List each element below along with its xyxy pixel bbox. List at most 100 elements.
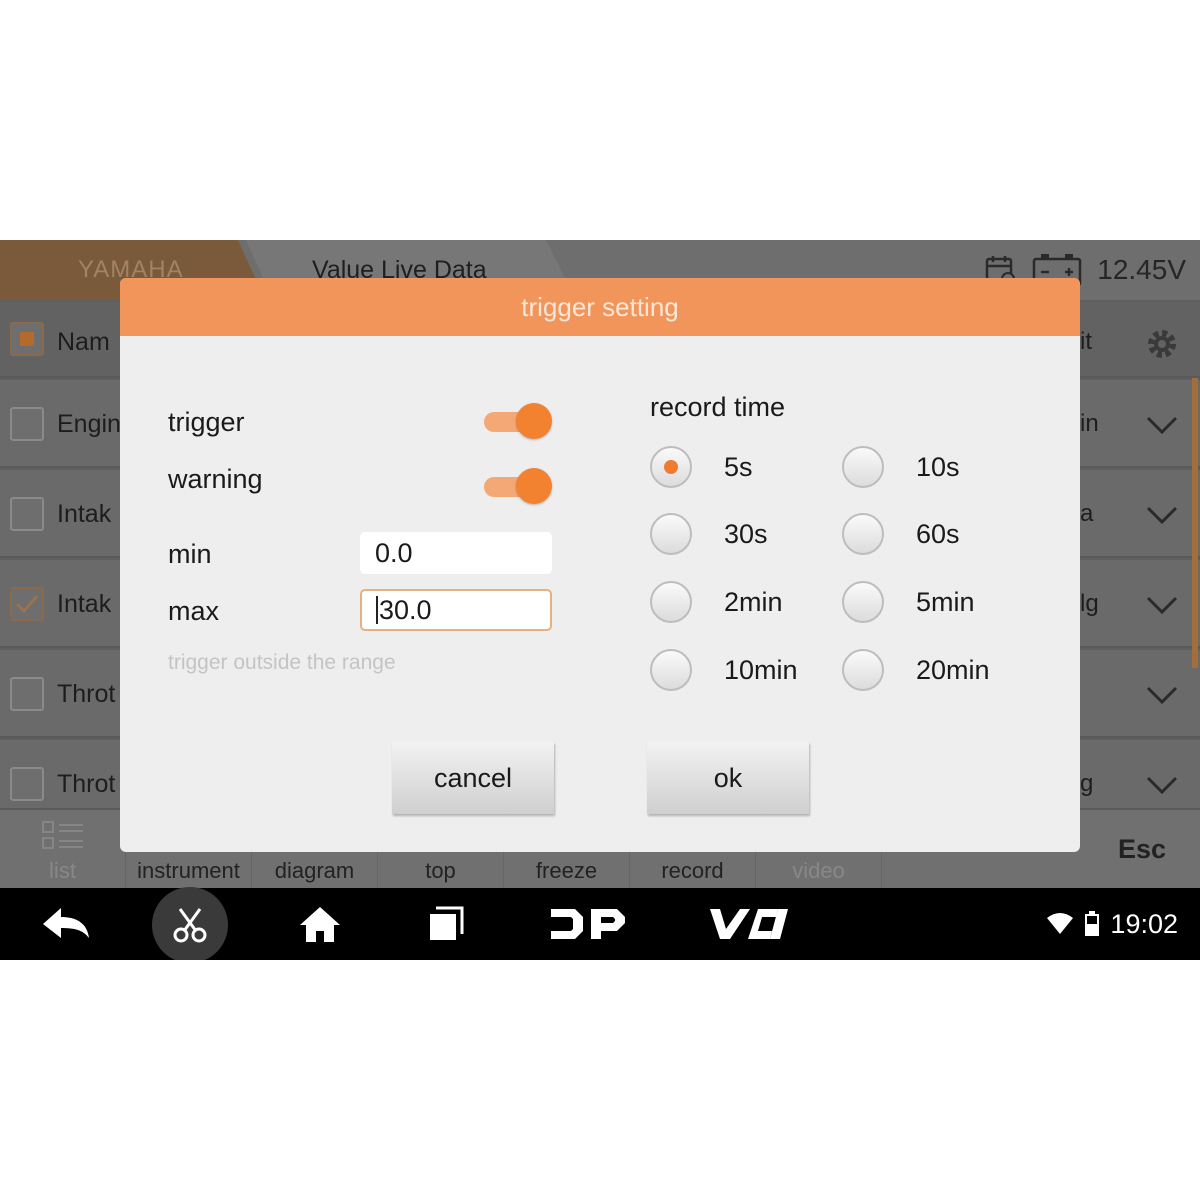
- text-caret: [376, 596, 378, 624]
- dialog-header: trigger setting: [120, 278, 1080, 336]
- list-label: list: [49, 858, 76, 883]
- record-time-option-2min[interactable]: 2min: [650, 581, 783, 623]
- chevron-down-icon[interactable]: [1144, 406, 1180, 442]
- radio-button[interactable]: [842, 513, 884, 555]
- recent-apps-icon: [430, 906, 464, 940]
- row-unit: a: [1080, 500, 1094, 527]
- row-checkbox[interactable]: [10, 407, 44, 441]
- record-time-option-60s[interactable]: 60s: [842, 513, 960, 555]
- option-label: 30s: [724, 518, 768, 549]
- record-time-option-10s[interactable]: 10s: [842, 446, 960, 488]
- row-unit: lg: [1080, 590, 1099, 617]
- radio-button[interactable]: [842, 581, 884, 623]
- option-label: 10s: [916, 451, 960, 482]
- voltage-readout: 12.45V: [1097, 254, 1186, 285]
- esc-label: Esc: [1117, 833, 1167, 864]
- record-time-option-5s[interactable]: 5s: [650, 446, 753, 488]
- record-time-option-30s[interactable]: 30s: [650, 513, 768, 555]
- row-name: Intak: [57, 590, 112, 618]
- video-label: video: [792, 858, 845, 883]
- row-checkbox[interactable]: [10, 677, 44, 711]
- row-unit: in: [1080, 410, 1099, 437]
- row-checkbox[interactable]: [10, 497, 44, 531]
- dialog-title: trigger setting: [521, 291, 679, 322]
- row-name: Intak: [57, 500, 112, 528]
- back-arrow-icon: [43, 908, 89, 938]
- system-nav-bar: 19:02: [0, 887, 1200, 960]
- scissors-icon: [173, 908, 207, 943]
- home-button[interactable]: [294, 888, 346, 960]
- radio-button[interactable]: [650, 446, 692, 488]
- diagram-label: diagram: [274, 858, 355, 883]
- freeze-label: freeze: [535, 858, 598, 883]
- list-button[interactable]: list: [0, 810, 126, 888]
- radio-selected-dot: [664, 460, 678, 474]
- recent-apps-button[interactable]: [424, 888, 468, 960]
- max-value: 30.0: [379, 594, 432, 625]
- select-all-checkbox[interactable]: [10, 322, 44, 356]
- warning-label: warning: [168, 464, 263, 494]
- chevron-down-icon[interactable]: [1144, 496, 1180, 532]
- min-input[interactable]: 0.0: [360, 532, 552, 574]
- record-time-label: record time: [650, 392, 786, 422]
- partial-check-mark: [20, 332, 34, 346]
- battery-status-icon: [1085, 911, 1100, 936]
- min-value: 0.0: [375, 537, 413, 568]
- scrollbar[interactable]: [1192, 378, 1198, 668]
- row-checkbox[interactable]: [10, 767, 44, 801]
- app-screen: YAMAHA Value Live Data 12.45V Nam it Eng…: [0, 240, 1200, 960]
- record-time-option-10min[interactable]: 10min: [650, 649, 798, 691]
- max-input[interactable]: 30.0: [360, 589, 552, 631]
- gear-icon[interactable]: [1144, 326, 1180, 362]
- record-time-option-20min[interactable]: 20min: [842, 649, 990, 691]
- toggle-knob: [516, 468, 552, 504]
- dp-button[interactable]: [548, 888, 628, 960]
- wifi-icon: [1047, 913, 1074, 934]
- screenshot-button-bg: [152, 887, 228, 960]
- radio-button[interactable]: [842, 446, 884, 488]
- option-label: 5s: [724, 451, 753, 482]
- trigger-setting-dialog: trigger setting trigger warning min 0.0 …: [120, 278, 1080, 852]
- system-status: 19:02: [1046, 888, 1178, 960]
- warning-toggle[interactable]: [482, 468, 552, 504]
- home-icon: [300, 907, 340, 942]
- row-checkbox[interactable]: [10, 587, 44, 621]
- row-name: Engin: [57, 410, 121, 438]
- radio-button[interactable]: [650, 581, 692, 623]
- top-label: top: [425, 858, 456, 883]
- option-label: 5min: [916, 586, 975, 617]
- dp-logo-icon: [551, 909, 625, 939]
- radio-button[interactable]: [842, 649, 884, 691]
- trigger-label: trigger: [168, 407, 245, 437]
- ok-button[interactable]: ok: [647, 742, 809, 814]
- radio-button[interactable]: [650, 649, 692, 691]
- row-name: Throt: [57, 680, 116, 708]
- trigger-toggle[interactable]: [482, 403, 552, 439]
- option-label: 60s: [916, 518, 960, 549]
- row-name: Throt: [57, 770, 116, 798]
- column-name-header: Nam: [57, 328, 110, 356]
- esc-button[interactable]: Esc: [1084, 810, 1200, 888]
- option-label: 20min: [916, 654, 990, 685]
- vci-button[interactable]: [704, 888, 788, 960]
- min-label: min: [168, 539, 212, 569]
- chevron-down-icon[interactable]: [1144, 676, 1180, 712]
- vci-logo-icon: [710, 909, 788, 939]
- list-icon: [41, 821, 83, 849]
- check-icon: [16, 595, 38, 613]
- clock: 19:02: [1110, 908, 1178, 939]
- chevron-down-icon[interactable]: [1144, 766, 1180, 802]
- instrument-label: instrument: [137, 858, 240, 883]
- record-time-option-5min[interactable]: 5min: [842, 581, 975, 623]
- radio-button[interactable]: [650, 513, 692, 555]
- record-label: record: [661, 858, 724, 883]
- max-label: max: [168, 596, 220, 626]
- option-label: 10min: [724, 654, 798, 685]
- cancel-button[interactable]: cancel: [392, 742, 554, 814]
- range-hint: trigger outside the range: [168, 651, 396, 674]
- toggle-knob: [516, 403, 552, 439]
- option-label: 2min: [724, 586, 783, 617]
- screenshot-button[interactable]: [152, 887, 228, 960]
- chevron-down-icon[interactable]: [1144, 586, 1180, 622]
- back-button[interactable]: [34, 888, 98, 960]
